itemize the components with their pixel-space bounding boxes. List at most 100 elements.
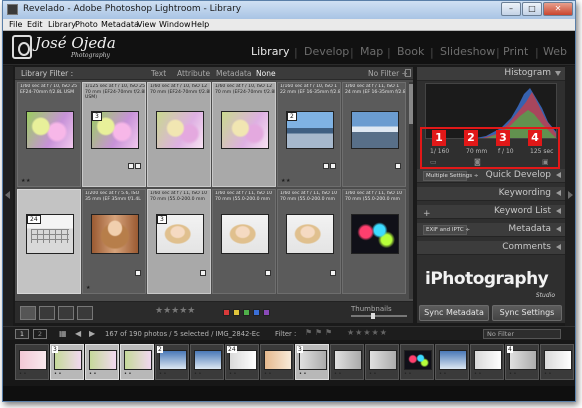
thumbnail-size-slider[interactable]: [351, 313, 407, 319]
menu-help[interactable]: Help: [191, 20, 209, 29]
color-label-green[interactable]: [243, 309, 250, 316]
primary-window-button[interactable]: 1: [15, 329, 29, 339]
grid-cell[interactable]: 1/60 sec at f / 11, ISO 10 70 mm (55.0-2…: [212, 189, 276, 294]
photo-thumbnail[interactable]: [286, 214, 334, 254]
module-library[interactable]: Library: [251, 45, 289, 58]
survey-view-button[interactable]: [77, 306, 93, 320]
left-panel-toggle[interactable]: [3, 66, 13, 326]
color-label-yellow[interactable]: [233, 309, 240, 316]
bottom-panel-toggle[interactable]: [3, 386, 575, 401]
photo-thumbnail[interactable]: 3: [91, 111, 139, 149]
filter-rating-stars[interactable]: ★★★★★: [347, 328, 388, 337]
grid-cell[interactable]: 1/125 sec at f / 10, ISO 25 70 mm (EF24-…: [82, 82, 146, 187]
filmstrip-thumbnail[interactable]: 4 • •: [505, 344, 539, 380]
photo-thumbnail[interactable]: 3: [156, 214, 204, 254]
edit-badge-icon[interactable]: [200, 270, 206, 276]
edit-badge-icon[interactable]: [330, 163, 336, 169]
forward-arrow-icon[interactable]: ▶: [89, 329, 95, 338]
filmstrip-thumbnail[interactable]: • •: [85, 344, 119, 380]
edit-badge-icon[interactable]: [265, 270, 271, 276]
color-label-blue[interactable]: [253, 309, 260, 316]
edit-badge-icon[interactable]: [135, 270, 141, 276]
histogram-panel-header[interactable]: Histogram: [417, 67, 565, 81]
crop-badge-icon[interactable]: [128, 163, 134, 169]
metadata-set-dropdown[interactable]: EXIF and IPTC ÷: [423, 225, 470, 235]
module-develop[interactable]: Develop: [304, 45, 349, 58]
menu-edit[interactable]: Edit: [27, 20, 43, 29]
filmstrip-thumbnail[interactable]: • •: [15, 344, 49, 380]
color-label-purple[interactable]: [263, 309, 270, 316]
filter-preset-dropdown[interactable]: No Filter ÷: [368, 69, 408, 78]
maximize-button[interactable]: □: [522, 2, 542, 16]
module-map[interactable]: Map: [360, 45, 383, 58]
module-slideshow[interactable]: Slideshow: [440, 45, 495, 58]
grid-cell[interactable]: 1/60 sec at f / 11, ISO 10 70 mm (55.0-2…: [277, 189, 341, 294]
filter-flag-icon[interactable]: ⚑: [315, 328, 322, 337]
photo-thumbnail[interactable]: [91, 214, 139, 254]
grid-cell[interactable]: 1/60 sec at f / 10, ISO 12 70 mm (EF24-7…: [212, 82, 276, 187]
filter-flag-icon[interactable]: ⚑: [325, 328, 332, 337]
photo-thumbnail[interactable]: 2: [286, 111, 334, 149]
photo-thumbnail[interactable]: [221, 111, 269, 149]
photo-thumbnail[interactable]: [26, 111, 74, 149]
crop-badge-icon[interactable]: [323, 163, 329, 169]
grid-cell[interactable]: 1/60 sec at f / 10, ISO 25 EF24-70mm f/2…: [17, 82, 81, 187]
photo-thumbnail[interactable]: 24: [26, 214, 74, 254]
menu-view[interactable]: View: [137, 20, 156, 29]
filter-flag-icon[interactable]: ⚑: [305, 328, 312, 337]
add-keyword-button[interactable]: +: [423, 209, 431, 219]
filmstrip-thumbnail[interactable]: • •: [260, 344, 294, 380]
secondary-window-button[interactable]: 2: [33, 329, 47, 339]
edit-badge-icon[interactable]: [395, 163, 401, 169]
crop-icon[interactable]: ▭: [430, 158, 437, 166]
menu-photo[interactable]: Photo: [75, 20, 98, 29]
keywording-panel-header[interactable]: Keywording: [417, 187, 565, 201]
filmstrip-thumbnail[interactable]: • •: [190, 344, 224, 380]
filmstrip-thumbnail[interactable]: 3 • •: [50, 344, 84, 380]
cell-rating[interactable]: ★: [86, 285, 91, 291]
compare-view-button[interactable]: [58, 306, 74, 320]
filmstrip-thumbnail[interactable]: • •: [540, 344, 574, 380]
edit-badge-icon[interactable]: [330, 270, 336, 276]
filmstrip-thumbnail[interactable]: • •: [120, 344, 154, 380]
grid-cell[interactable]: 1/60 sec at f / 11, ISO 10 70 mm (55.0-2…: [147, 189, 211, 294]
grid-view-button[interactable]: [20, 306, 36, 320]
color-label-red[interactable]: [223, 309, 230, 316]
back-arrow-icon[interactable]: ◀: [75, 329, 81, 338]
grid-cell[interactable]: 1/160 sec at f / 10, ISO 1 22 mm (EF 16-…: [277, 82, 341, 187]
loupe-view-button[interactable]: [39, 306, 55, 320]
filter-tab-none[interactable]: None: [256, 69, 276, 78]
camera-icon[interactable]: ◙: [474, 158, 481, 166]
menu-library[interactable]: Library: [48, 20, 76, 29]
keyword-list-panel-header[interactable]: Keyword List: [417, 205, 565, 219]
minimize-button[interactable]: –: [501, 2, 521, 16]
menu-window[interactable]: Window: [159, 20, 191, 29]
filmstrip-thumbnail[interactable]: • •: [435, 344, 469, 380]
grid-cell[interactable]: 1/60 sec at f / 11, ISO 10 70 mm (55.0-2…: [342, 189, 406, 294]
module-web[interactable]: Web: [543, 45, 567, 58]
close-button[interactable]: ✕: [543, 2, 573, 16]
filmstrip-thumbnail[interactable]: 3 • •: [295, 344, 329, 380]
sync-metadata-button[interactable]: Sync Metadata: [419, 305, 489, 321]
grid-scrollbar[interactable]: [409, 82, 413, 299]
cell-rating[interactable]: ★★: [21, 178, 31, 184]
filter-tab-metadata[interactable]: Metadata: [216, 69, 252, 78]
filmstrip-thumbnail[interactable]: 24 • •: [225, 344, 259, 380]
grid-cell[interactable]: 1/200 sec at f / 5.6, ISO 35 mm (EF 35mm…: [82, 189, 146, 294]
filmstrip-thumbnail[interactable]: • •: [365, 344, 399, 380]
cell-rating[interactable]: ★★: [281, 178, 291, 184]
rating-stars[interactable]: ★★★★★: [155, 306, 195, 316]
filmstrip-thumbnail[interactable]: 2 • •: [155, 344, 189, 380]
saved-preset-dropdown[interactable]: Multiple Settings ÷: [423, 171, 479, 181]
raw-icon[interactable]: ▣: [542, 158, 549, 166]
filter-tab-attribute[interactable]: Attribute: [177, 69, 210, 78]
filmstrip-thumbnail[interactable]: • •: [400, 344, 434, 380]
menu-metadata[interactable]: Metadata: [101, 20, 139, 29]
module-book[interactable]: Book: [397, 45, 424, 58]
grid-cell[interactable]: 1/60 sec at f / 11, ISO 1 24 mm (EF 16-3…: [342, 82, 406, 187]
photo-thumbnail[interactable]: [221, 214, 269, 254]
filter-tab-text[interactable]: Text: [151, 69, 166, 78]
lock-icon[interactable]: [405, 69, 411, 77]
menu-file[interactable]: File: [9, 20, 22, 29]
grid-icon[interactable]: ▦: [59, 329, 67, 338]
